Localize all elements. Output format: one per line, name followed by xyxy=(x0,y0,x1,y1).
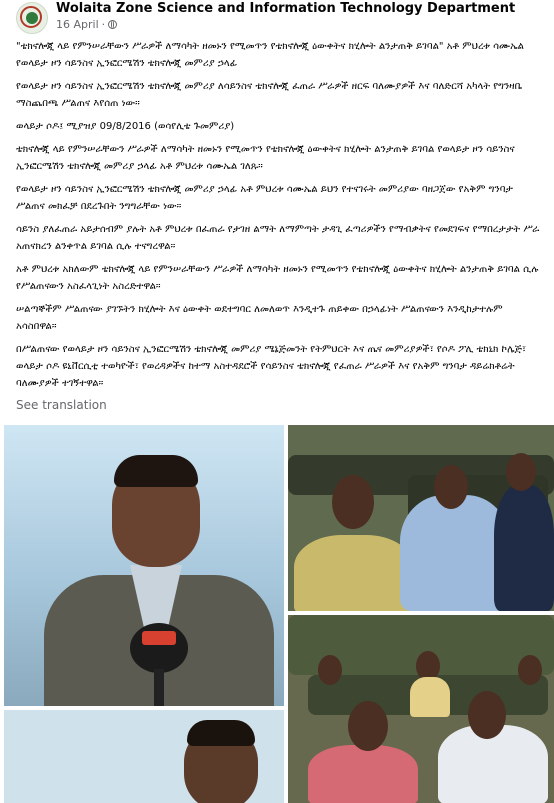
audience-photo-1[interactable] xyxy=(288,425,554,611)
speaker-hair xyxy=(114,455,198,487)
attendee-shirt xyxy=(410,677,450,717)
attendee-head xyxy=(468,691,506,739)
see-translation-link[interactable]: See translation xyxy=(16,398,107,412)
logo-core xyxy=(26,12,38,24)
attendee-head xyxy=(434,465,468,509)
meta-separator: · xyxy=(101,18,106,31)
attendee-hair xyxy=(187,720,255,746)
audience-photo-2[interactable] xyxy=(288,615,554,803)
post-paragraph: ቴክኖሎጂ ላይ የምንሠራቸውን ሥራዎች ለማሳካት ዘመኑን የሚመጥን … xyxy=(16,144,515,172)
post-paragraph: የወላይታ ዞን ሳይንስና ኢንፎርሜሽን ቴክኖሎጂ መምሪያ ኃላፊ አቶ… xyxy=(16,184,513,212)
post-paragraph: ሳይንስ ያለፈጠራ አይታሰብም ያሉት አቶ ምህረቱ በፈጠራ የታገዘ … xyxy=(16,224,540,252)
attendee-head xyxy=(518,655,542,685)
attendee-shirt xyxy=(308,745,418,803)
post-paragraph: ወላይታ ሶዶ፤ ሚያዝያ 09/8/2016 (ወሳየሊቴ ጉመምሪያ) xyxy=(16,121,235,132)
attendee-shirt xyxy=(294,535,414,611)
attendee-head xyxy=(506,453,536,491)
post-paragraph: አቶ ምህረቱ አክለውም ቴክኖሎጂ ላይ የምንሠራቸውን ሥራዎች ለማሳ… xyxy=(16,264,539,292)
audience-photo-3[interactable] xyxy=(4,710,284,803)
post-paragraph: "ቴክኖሎጂ ላይ የምንሠራቸውን ሥራዎች ለማሳካት ዘመኑን የሚመጥን… xyxy=(16,41,524,69)
post-paragraph: ሠልጣኞችም ሥልጠናው ያገኙትን ክሂሎት እና ዕውቀት ወደተግባር ለ… xyxy=(16,304,503,332)
speaker-photo[interactable] xyxy=(4,425,284,706)
post-paragraph: የወላይታ ዞን ሳይንስና ኢንፎርሜሽን ቴክኖሎጂ መምሪያ ለሳይንስና… xyxy=(16,81,523,109)
post-header: Wolaita Zone Science and Information Tec… xyxy=(0,0,554,36)
attendee-head xyxy=(348,701,388,751)
attendee-shirt xyxy=(494,485,554,611)
globe-icon[interactable] xyxy=(108,20,118,29)
microphone-stick xyxy=(154,669,164,706)
post-date[interactable]: 16 April xyxy=(56,18,99,31)
page-name-link[interactable]: Wolaita Zone Science and Information Tec… xyxy=(56,1,515,16)
post-meta: 16 April · xyxy=(56,18,118,31)
post-paragraph: በሥልጠናው የወላይታ ዞን ሳይንስና ኢንፎርሜሽን ቴክኖሎጂ መምሪያ… xyxy=(16,344,527,389)
attendee-head xyxy=(318,655,342,685)
post-body: "ቴክኖሎጂ ላይ የምንሠራቸውን ሥራዎች ለማሳካት ዘመኑን የሚመጥን… xyxy=(16,38,544,398)
attendee-head xyxy=(332,475,374,529)
microphone-flag xyxy=(142,631,176,645)
page-avatar[interactable] xyxy=(16,2,48,34)
